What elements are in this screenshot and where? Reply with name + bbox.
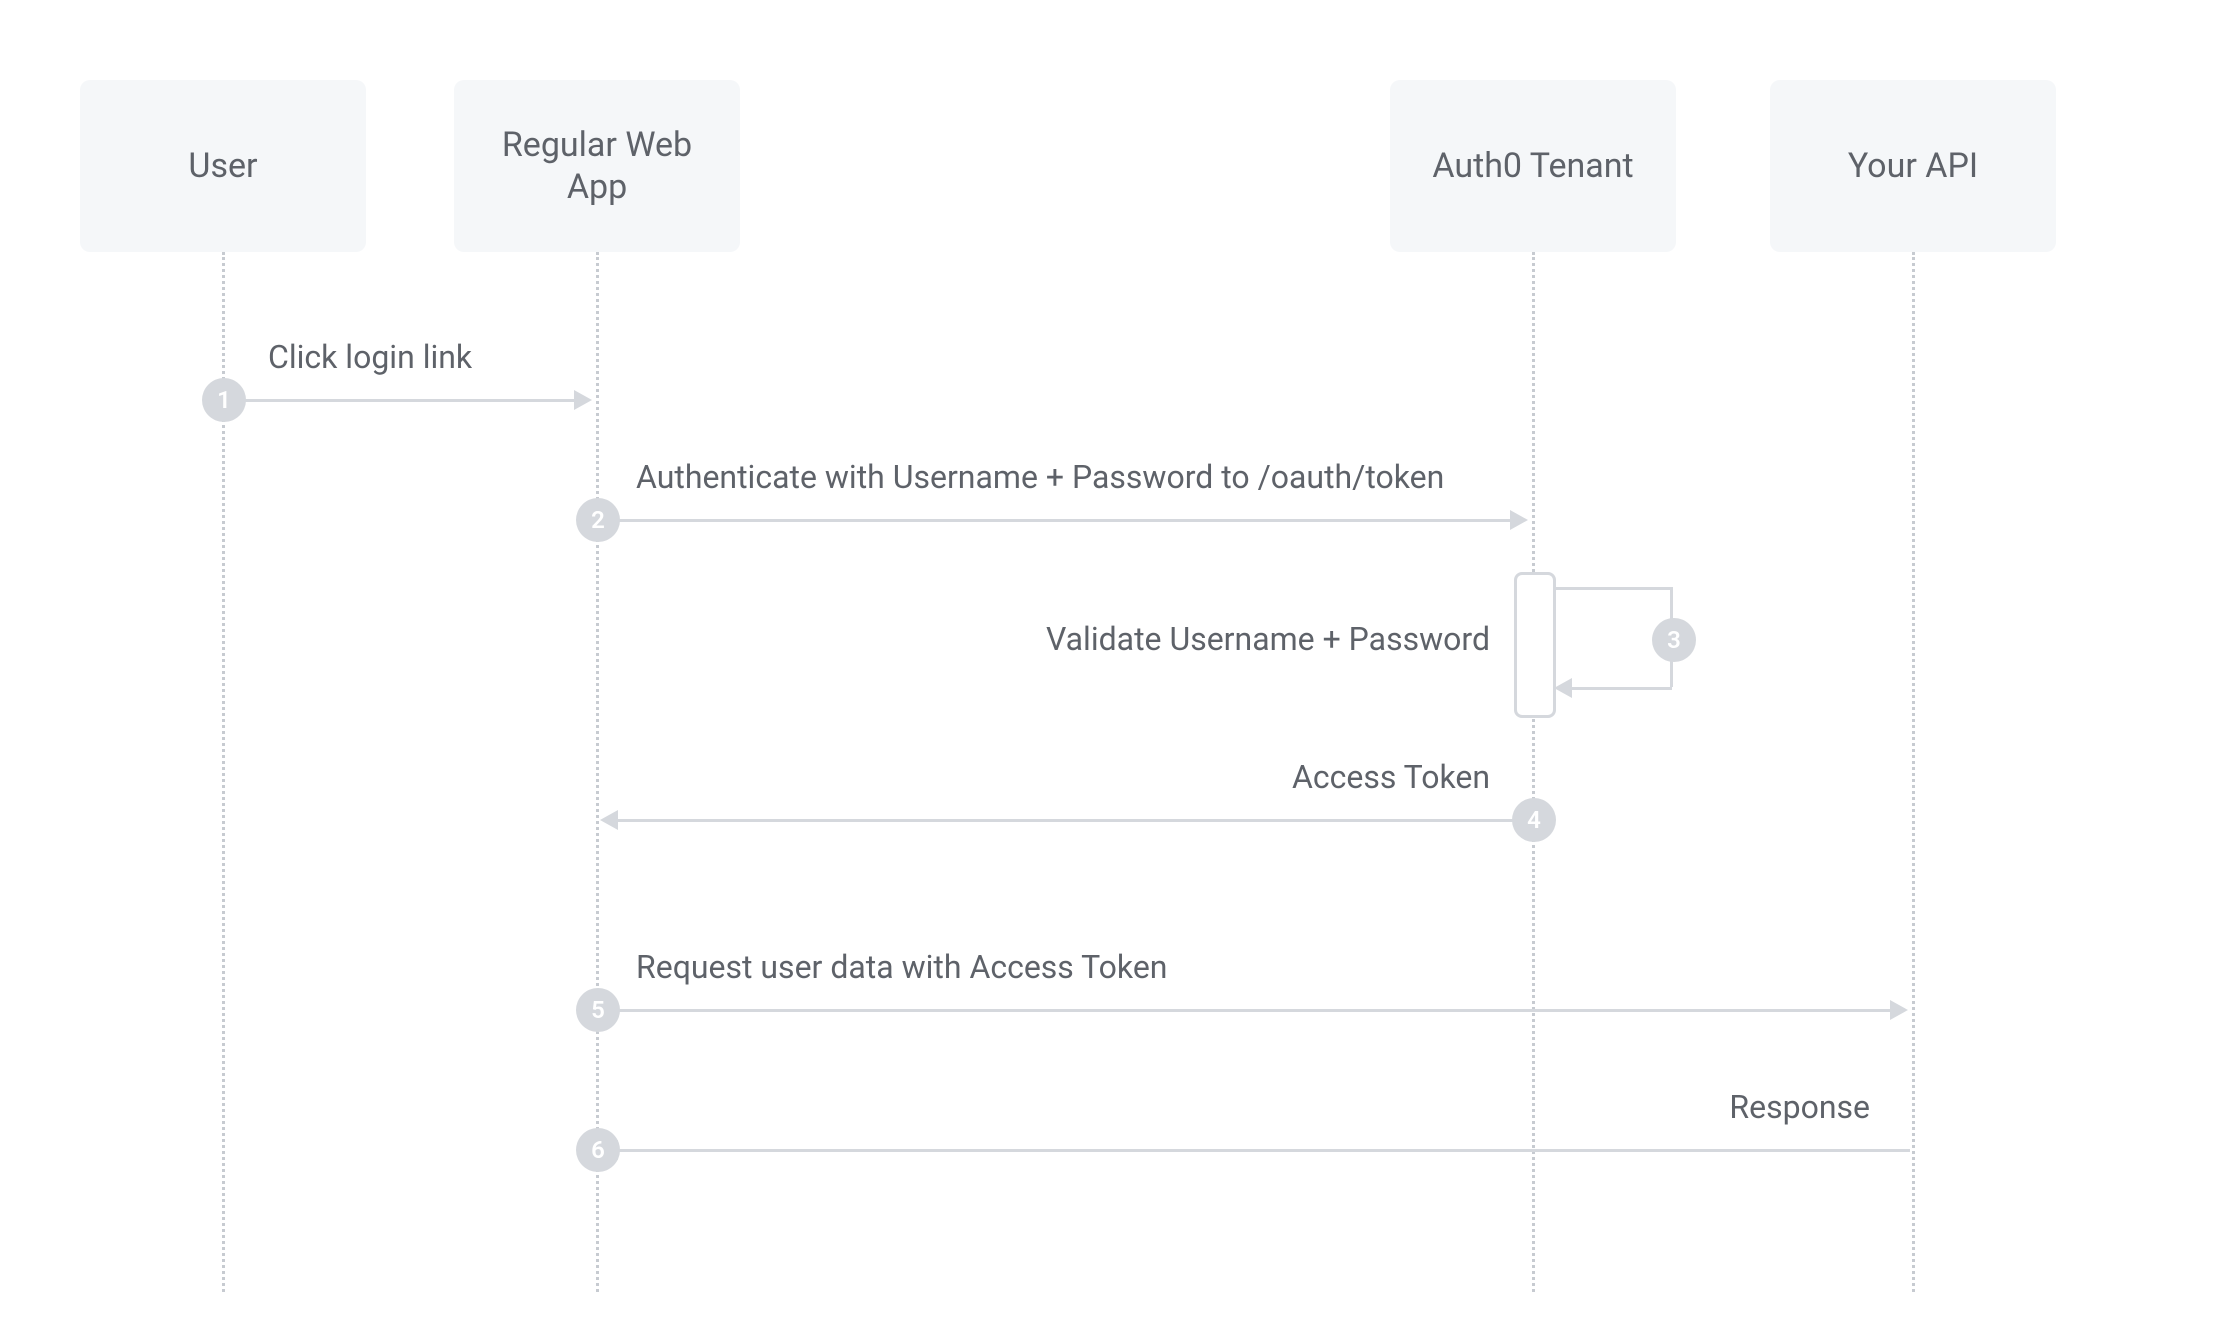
self-arrow-top	[1553, 587, 1673, 590]
badge-step-5: 5	[576, 988, 620, 1032]
actor-user-label: User	[188, 145, 257, 188]
actor-user: User	[80, 80, 366, 252]
arrow-head-step-2	[1510, 510, 1528, 530]
badge-step-4: 4	[1512, 798, 1556, 842]
self-arrow-bottom	[1572, 687, 1672, 690]
actor-api-label: Your API	[1848, 145, 1978, 188]
actor-tenant-label: Auth0 Tenant	[1432, 145, 1633, 188]
label-step-5: Request user data with Access Token	[636, 948, 1167, 986]
actor-webapp: Regular Web App	[454, 80, 740, 252]
sequence-diagram: User Regular Web App Auth0 Tenant Your A…	[0, 0, 2234, 1330]
actor-webapp-label: Regular Web App	[502, 124, 692, 209]
label-step-2: Authenticate with Username + Password to…	[636, 458, 1444, 496]
lifeline-api	[1912, 252, 1915, 1292]
badge-step-2: 2	[576, 498, 620, 542]
lifeline-tenant	[1532, 252, 1535, 1292]
label-step-4: Access Token	[1292, 758, 1490, 796]
activation-tenant	[1514, 572, 1556, 718]
label-step-3: Validate Username + Password	[1046, 620, 1490, 658]
badge-step-6: 6	[576, 1128, 620, 1172]
self-arrow-head	[1554, 678, 1572, 698]
label-step-6: Response	[1729, 1088, 1870, 1126]
badge-step-1: 1	[202, 378, 246, 422]
arrow-head-step-1	[574, 390, 592, 410]
badge-step-3: 3	[1652, 618, 1696, 662]
label-step-1: Click login link	[268, 338, 472, 376]
arrow-head-step-5	[1890, 1000, 1908, 1020]
arrow-step-6	[618, 1149, 1910, 1152]
actor-tenant: Auth0 Tenant	[1390, 80, 1676, 252]
arrow-head-step-4	[600, 810, 618, 830]
arrow-step-5	[610, 1009, 1890, 1012]
actor-api: Your API	[1770, 80, 2056, 252]
arrow-step-4	[618, 819, 1518, 822]
arrow-step-2	[610, 519, 1510, 522]
arrow-step-1	[234, 399, 574, 402]
